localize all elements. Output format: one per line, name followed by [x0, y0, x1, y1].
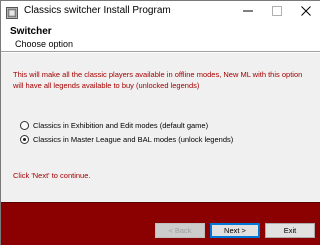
content-panel: This will make all the classic players a…: [1, 53, 320, 202]
option-exhibition-label[interactable]: Classics in Exhibition and Edit modes (d…: [33, 121, 208, 130]
button-bar: < Back Next > Exit: [1, 202, 320, 245]
close-icon: [300, 3, 311, 21]
option-master-league-label[interactable]: Classics in Master League and BAL modes …: [33, 135, 233, 144]
installer-app-icon: [6, 6, 18, 19]
continue-hint: Click 'Next' to continue.: [13, 171, 91, 180]
next-button[interactable]: Next >: [210, 223, 260, 238]
exit-button[interactable]: Exit: [265, 223, 315, 238]
back-button[interactable]: < Back: [155, 223, 205, 238]
option-description: This will make all the classic players a…: [13, 70, 303, 90]
maximize-icon: [271, 3, 282, 21]
close-button[interactable]: [291, 1, 320, 23]
minimize-icon: [242, 3, 253, 21]
installer-window: Classics switcher Install Program Switch…: [0, 0, 320, 245]
page-title: Switcher: [10, 26, 52, 37]
page-header: Switcher Choose option: [1, 23, 320, 51]
window-title: Classics switcher Install Program: [24, 5, 171, 16]
page-subtitle: Choose option: [15, 39, 74, 49]
option-exhibition-radio-row[interactable]: Classics in Exhibition and Edit modes (d…: [20, 119, 208, 131]
radio-button-selected[interactable]: [20, 134, 29, 144]
minimize-button[interactable]: [233, 1, 262, 23]
radio-button-unselected[interactable]: [20, 120, 29, 130]
title-bar[interactable]: Classics switcher Install Program: [1, 1, 320, 23]
maximize-button[interactable]: [262, 1, 291, 23]
option-master-league-radio-row[interactable]: Classics in Master League and BAL modes …: [20, 133, 233, 145]
